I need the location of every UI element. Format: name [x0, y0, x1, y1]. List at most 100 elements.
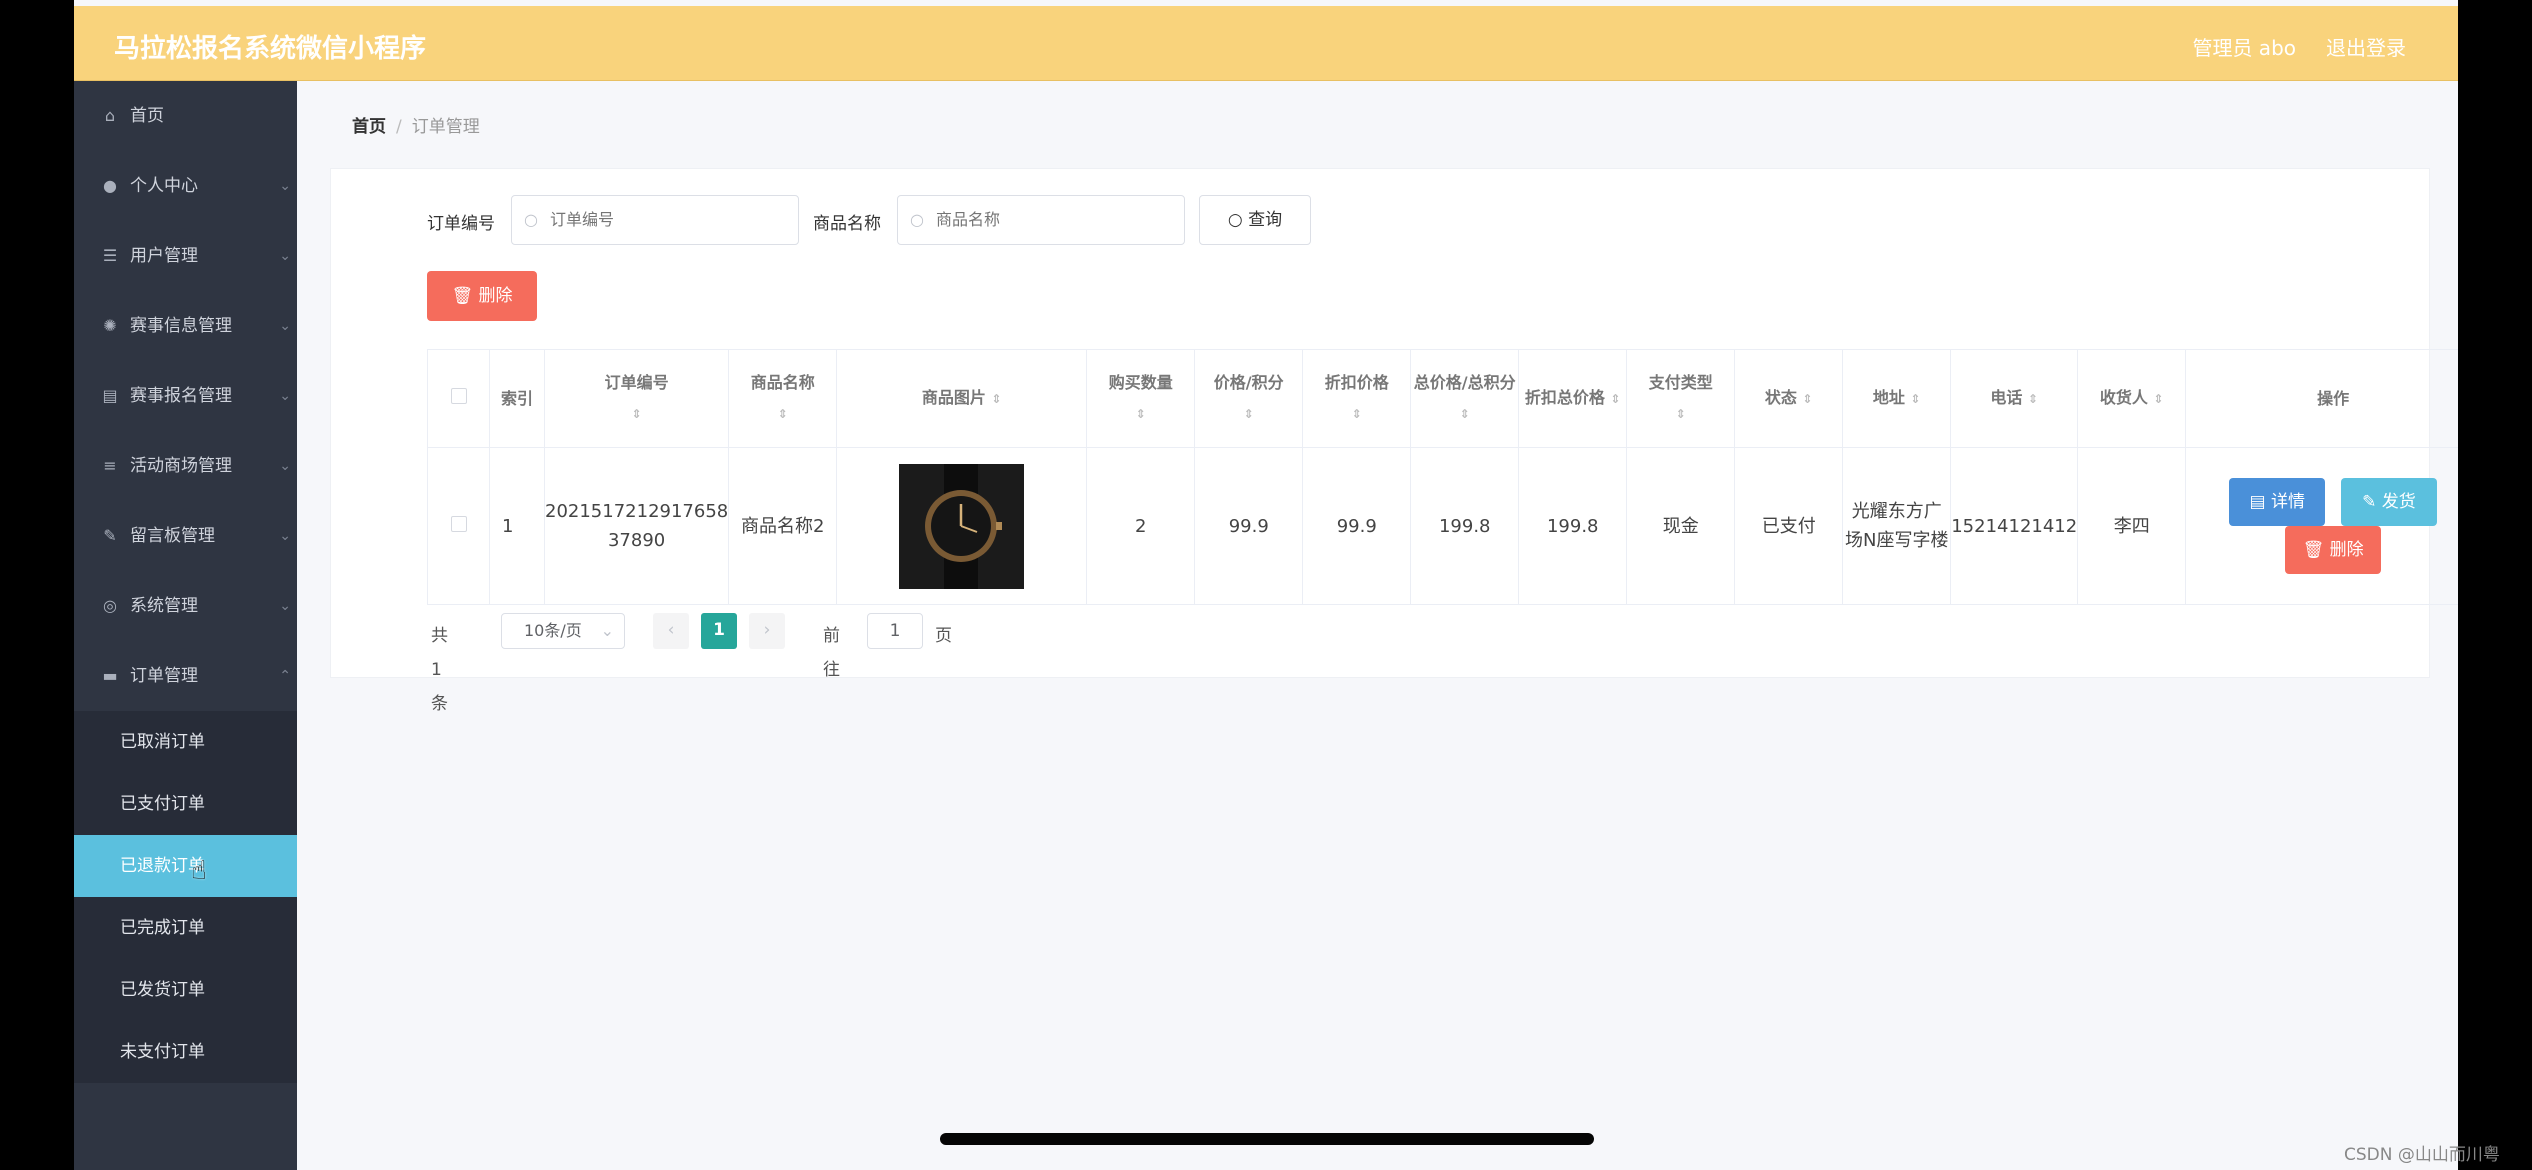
top-header: 马拉松报名系统微信小程序 管理员 abo 退出登录	[74, 6, 2458, 81]
product-name-input[interactable]	[936, 210, 1184, 229]
product-name-input-wrap[interactable]: ○	[897, 195, 1185, 245]
sidebar-subitem-paid[interactable]: 已支付订单	[74, 773, 297, 835]
col-total-price[interactable]: 总价格/总积分 ⇕	[1410, 349, 1520, 448]
col-receiver[interactable]: 收货人 ⇕	[2077, 349, 2187, 448]
col-index: 索引	[489, 349, 545, 448]
chevron-down-icon: ⌄	[279, 388, 291, 404]
query-button[interactable]: ○ 查询	[1199, 195, 1311, 245]
search-icon: ○	[910, 210, 924, 229]
col-label: 总价格/总积分	[1413, 373, 1516, 392]
pagination-total: 共 1 条	[431, 626, 448, 714]
col-label: 收货人	[2099, 388, 2148, 407]
col-discount-price[interactable]: 折扣价格 ⇕	[1302, 349, 1412, 448]
sidebar-subitem-unpaid[interactable]: 未支付订单	[74, 1021, 297, 1083]
sort-icon: ⇕	[631, 407, 642, 421]
col-label: 支付类型	[1648, 373, 1713, 392]
sidebar-item-event-info[interactable]: ✺ 赛事信息管理 ⌄	[74, 291, 297, 361]
next-page-button[interactable]: ›	[749, 613, 785, 649]
sidebar-subitem-refunded[interactable]: 已退款订单	[74, 835, 297, 897]
col-label: 订单编号	[604, 373, 669, 392]
sidebar-subitem-shipped[interactable]: 已发货订单	[74, 959, 297, 1021]
query-button-label: 查询	[1248, 210, 1283, 230]
page-size-select[interactable]: 10条/页 ⌄	[501, 613, 625, 649]
sidebar-item-users[interactable]: ☰ 用户管理 ⌄	[74, 221, 297, 291]
breadcrumb-home[interactable]: 首页	[352, 117, 386, 137]
sort-icon: ⇕	[1135, 407, 1146, 421]
batch-delete-button[interactable]: 🗑 删除	[427, 271, 537, 321]
sidebar-item-mall[interactable]: ≡ 活动商场管理 ⌄	[74, 431, 297, 501]
sort-icon: ⇕	[1910, 392, 1921, 406]
goto-suffix: 页	[935, 626, 952, 646]
col-pay-type[interactable]: 支付类型 ⇕	[1626, 349, 1736, 448]
product-name-label: 商品名称	[813, 214, 881, 234]
col-product-name[interactable]: 商品名称 ⇕	[728, 349, 838, 448]
sort-icon: ⇕	[991, 392, 1002, 406]
sidebar-subitem-completed[interactable]: 已完成订单	[74, 897, 297, 959]
ship-button[interactable]: ✎ 发货	[2340, 478, 2437, 526]
col-discount-total[interactable]: 折扣总价格 ⇕	[1518, 349, 1628, 448]
chevron-down-icon: ⌄	[279, 318, 291, 334]
row-delete-button[interactable]: 🗑 删除	[2285, 526, 2382, 574]
sidebar-item-system[interactable]: ◎ 系统管理 ⌄	[74, 571, 297, 641]
select-all-checkbox[interactable]	[450, 387, 467, 404]
cell-product-name: 商品名称2	[728, 447, 838, 605]
prev-page-button[interactable]: ‹	[653, 613, 689, 649]
order-no-input-wrap[interactable]: ○	[511, 195, 799, 245]
home-indicator[interactable]	[940, 1133, 1594, 1145]
sidebar-item-label: 赛事报名管理	[130, 386, 232, 406]
sort-icon: ⇕	[1675, 407, 1686, 421]
col-label: 商品图片	[921, 388, 986, 407]
chevron-down-icon: ⌄	[279, 248, 291, 264]
cell-price: 99.9	[1194, 447, 1304, 605]
sort-icon: ⇕	[1459, 407, 1470, 421]
sidebar: ⌂ 首页 ● 个人中心 ⌄ ☰ 用户管理 ⌄ ✺ 赛事信息管理 ⌄ ▤ 赛事报名管理 ⌄ ≡ 活动商…	[74, 81, 297, 1170]
col-label: 折扣总价格	[1524, 388, 1605, 407]
goto-page-input[interactable]: 1	[867, 613, 923, 649]
select-all-cell	[427, 349, 490, 448]
sort-icon: ⇕	[1802, 392, 1813, 406]
sidebar-item-orders[interactable]: ▬ 订单管理 ⌃	[74, 641, 297, 711]
col-actions: 操作	[2185, 349, 2458, 448]
list-icon: ☰	[102, 246, 118, 265]
chevron-down-icon: ⌄	[279, 458, 291, 474]
page-number-current[interactable]: 1	[701, 613, 737, 649]
order-no-input[interactable]	[550, 210, 798, 229]
sidebar-item-label: 留言板管理	[130, 526, 215, 546]
sort-icon: ⇕	[1610, 392, 1621, 406]
sidebar-item-label: 赛事信息管理	[130, 316, 232, 336]
col-order-no[interactable]: 订单编号 ⇕	[543, 349, 730, 448]
col-label: 购买数量	[1108, 373, 1173, 392]
col-quantity[interactable]: 购买数量 ⇕	[1086, 349, 1196, 448]
logout-link[interactable]: 退出登录	[2326, 32, 2406, 61]
col-label: 状态	[1764, 388, 1797, 407]
sidebar-subitem-cancelled[interactable]: 已取消订单	[74, 711, 297, 773]
col-price[interactable]: 价格/积分 ⇕	[1194, 349, 1304, 448]
home-icon: ⌂	[104, 106, 116, 125]
watermark-credit: CSDN @山山而川粤	[2344, 1145, 2500, 1165]
sidebar-item-messages[interactable]: ✎ 留言板管理 ⌄	[74, 501, 297, 571]
order-no-label: 订单编号	[427, 214, 495, 234]
col-status[interactable]: 状态 ⇕	[1734, 349, 1844, 448]
col-label: 电话	[1990, 388, 2023, 407]
cell-pay-type: 现金	[1626, 447, 1736, 605]
cell-receiver: 李四	[2077, 447, 2187, 605]
detail-button[interactable]: ▤ 详情	[2229, 478, 2326, 526]
breadcrumb-separator: /	[396, 117, 402, 137]
doc-icon: ▤	[2249, 492, 2271, 512]
col-product-image[interactable]: 商品图片 ⇕	[836, 349, 1088, 448]
row-checkbox[interactable]	[450, 515, 467, 532]
sidebar-item-personal[interactable]: ● 个人中心 ⌄	[74, 151, 297, 221]
cell-discount-price: 99.9	[1302, 447, 1412, 605]
product-image[interactable]	[899, 463, 1025, 589]
sidebar-item-home[interactable]: ⌂ 首页	[74, 81, 297, 151]
col-label: 折扣价格	[1324, 373, 1389, 392]
sort-icon: ⇕	[1243, 407, 1254, 421]
sidebar-item-registration[interactable]: ▤ 赛事报名管理 ⌄	[74, 361, 297, 431]
col-address[interactable]: 地址 ⇕	[1842, 349, 1952, 448]
clipboard-icon: ▤	[102, 386, 118, 405]
col-phone[interactable]: 电话 ⇕	[1950, 349, 2079, 448]
sidebar-item-label: 活动商场管理	[130, 456, 232, 476]
sort-icon: ⇕	[1351, 407, 1362, 421]
row-delete-label: 删除	[2329, 540, 2364, 560]
cell-discount-total: 199.8	[1518, 447, 1628, 605]
